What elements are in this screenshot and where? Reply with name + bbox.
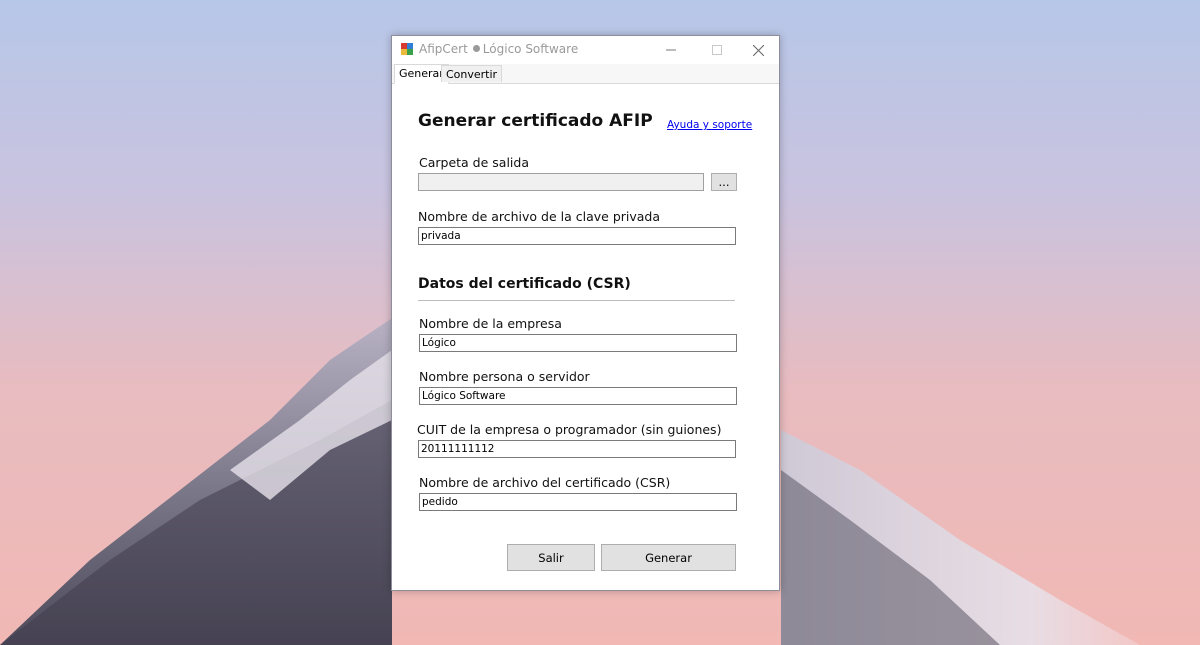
- csr-filename-input[interactable]: [419, 493, 737, 511]
- csr-section-title: Datos del certificado (CSR): [418, 276, 631, 292]
- generate-button[interactable]: Generar: [601, 544, 736, 571]
- tab-convertir[interactable]: Convertir: [441, 65, 503, 82]
- output-folder-input[interactable]: [418, 173, 704, 191]
- close-icon: [752, 44, 764, 56]
- window-title-company: Lógico Software: [482, 42, 579, 56]
- section-divider: [418, 300, 735, 301]
- cuit-label: CUIT de la empresa o programador (sin gu…: [417, 422, 722, 437]
- maximize-button[interactable]: [694, 36, 740, 64]
- title-bar[interactable]: AfipCert Lógico Software: [392, 36, 779, 64]
- cuit-input[interactable]: [418, 440, 736, 458]
- exit-button[interactable]: Salir: [507, 544, 595, 571]
- title-separator-dot-icon: [472, 45, 480, 52]
- window-title: AfipCert Lógico Software: [419, 42, 578, 56]
- browse-folder-button[interactable]: ...: [711, 173, 737, 191]
- company-input[interactable]: [419, 334, 737, 352]
- person-label: Nombre persona o servidor: [419, 369, 590, 384]
- window-title-app: AfipCert: [419, 42, 468, 56]
- app-window: AfipCert Lógico Software Generar Converti…: [391, 35, 780, 591]
- tab-strip: Generar Convertir: [392, 64, 779, 84]
- company-label: Nombre de la empresa: [419, 316, 562, 331]
- csr-filename-label: Nombre de archivo del certificado (CSR): [419, 475, 671, 490]
- person-input[interactable]: [419, 387, 737, 405]
- generar-panel: Generar certificado AFIP Ayuda y soporte…: [392, 84, 779, 590]
- private-key-label: Nombre de archivo de la clave privada: [418, 209, 661, 224]
- minimize-button[interactable]: [648, 36, 694, 64]
- close-button[interactable]: [735, 36, 781, 64]
- page-title: Generar certificado AFIP: [418, 111, 653, 131]
- output-folder-label: Carpeta de salida: [419, 155, 529, 170]
- minimize-icon: [666, 49, 676, 51]
- app-icon: [401, 43, 413, 55]
- private-key-input[interactable]: [418, 227, 736, 245]
- help-link[interactable]: Ayuda y soporte: [667, 119, 752, 131]
- maximize-icon: [712, 45, 722, 55]
